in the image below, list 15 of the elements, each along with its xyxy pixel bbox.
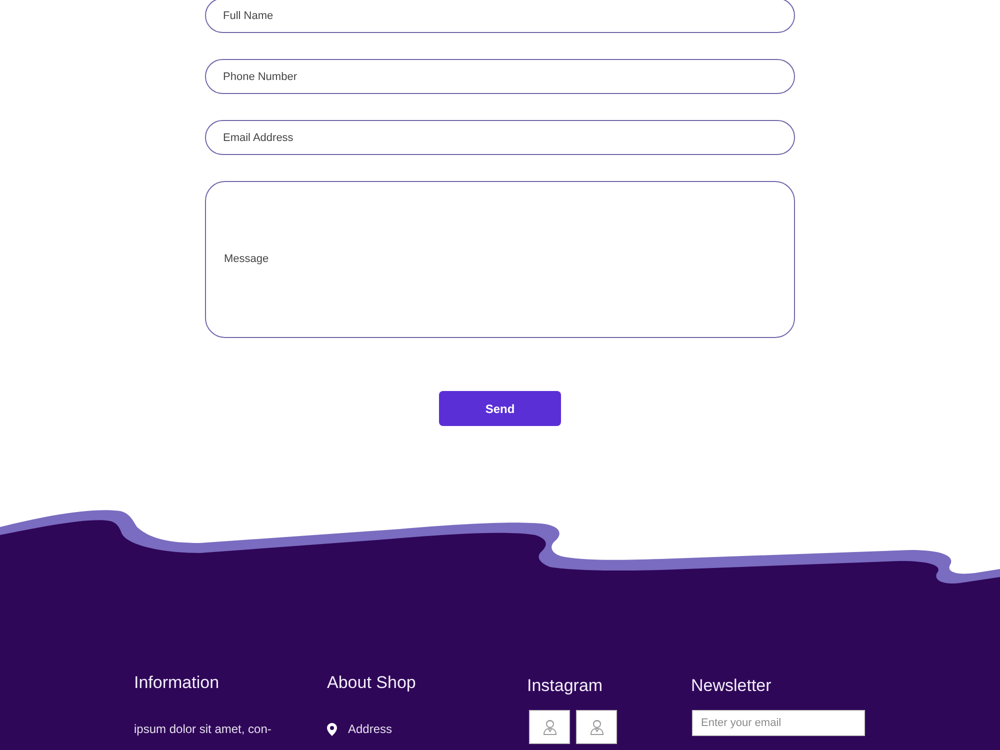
message-field[interactable]: Message: [205, 181, 795, 338]
column-heading: Instagram: [527, 675, 604, 697]
input-field[interactable]: Full Name: [205, 0, 795, 33]
person-icon: [542, 719, 556, 735]
column-heading: About Shop: [327, 672, 417, 694]
send-button[interactable]: Send: [439, 391, 561, 426]
email-field[interactable]: Enter your email: [692, 710, 865, 736]
input-field[interactable]: Email Address: [205, 120, 795, 155]
column-heading: Newsletter: [691, 675, 772, 697]
input-field[interactable]: Phone Number: [205, 59, 795, 94]
info-text: ipsum dolor sit amet, con-: [134, 721, 272, 737]
column-heading: Information: [134, 672, 220, 694]
person-icon: [590, 719, 604, 735]
contact-item: Address: [348, 721, 392, 737]
map-pin-icon: [327, 722, 337, 736]
